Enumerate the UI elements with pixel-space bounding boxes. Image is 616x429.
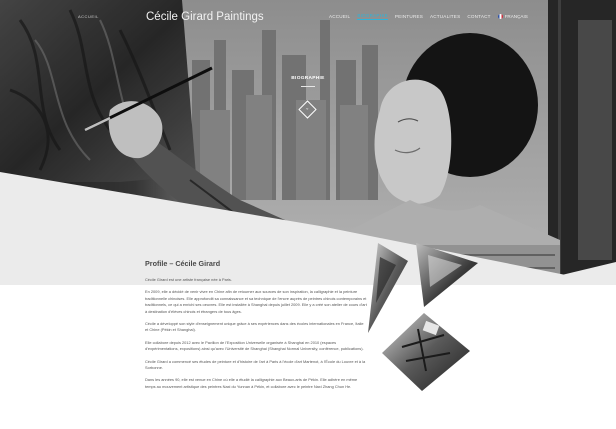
language-label: FRANÇAIS (504, 14, 528, 19)
language-selector[interactable]: FRANÇAIS (497, 14, 528, 19)
bio-paragraph: Elle collabore depuis 2012 avec le Pavil… (145, 339, 364, 352)
nav-item-peintures[interactable]: PEINTURES (395, 14, 423, 20)
bio-paragraph: Cécile Girard a commencé ses études de p… (145, 358, 366, 371)
nav-item-contact[interactable]: CONTACT (467, 14, 490, 20)
bio-paragraph: Cécile a développé son style d'enseignem… (145, 321, 364, 333)
bio-paragraph: En 2009, elle a décidé de venir vivre en… (145, 289, 367, 314)
artwork-tile[interactable] (368, 243, 408, 333)
chevron-down-icon: ⌄ (305, 105, 310, 112)
home-small-link[interactable]: ACCUEIL (78, 14, 99, 19)
site-logo[interactable]: Cécile Girard Paintings (146, 11, 264, 23)
label-divider (301, 86, 315, 87)
nav-item-accueil[interactable]: ACCUEIL (329, 14, 350, 20)
artwork-tile[interactable] (382, 313, 470, 391)
hero-overlay (0, 0, 616, 285)
flag-icon (497, 14, 503, 19)
bio-paragraph: Cécile Girard est une artiste française … (145, 277, 232, 282)
main-nav: ACCUEIL BIOGRAPHIE PEINTURES ACTUALITES … (329, 13, 528, 20)
page-title: Profile – Cécile Girard (145, 259, 221, 268)
photo-tiles (368, 243, 478, 391)
section-label: BIOGRAPHIE (291, 76, 325, 81)
nav-item-biographie[interactable]: BIOGRAPHIE (357, 13, 388, 20)
bio-paragraph: Dans les années 90, elle est venue en Ch… (145, 377, 358, 389)
artwork-tile[interactable] (416, 243, 478, 307)
hero-banner: ACCUEIL Cécile Girard Paintings ACCUEIL … (0, 0, 616, 285)
profile-section: Profile – Cécile Girard Cécile Girard es… (145, 259, 367, 396)
nav-item-actualites[interactable]: ACTUALITES (430, 14, 460, 20)
